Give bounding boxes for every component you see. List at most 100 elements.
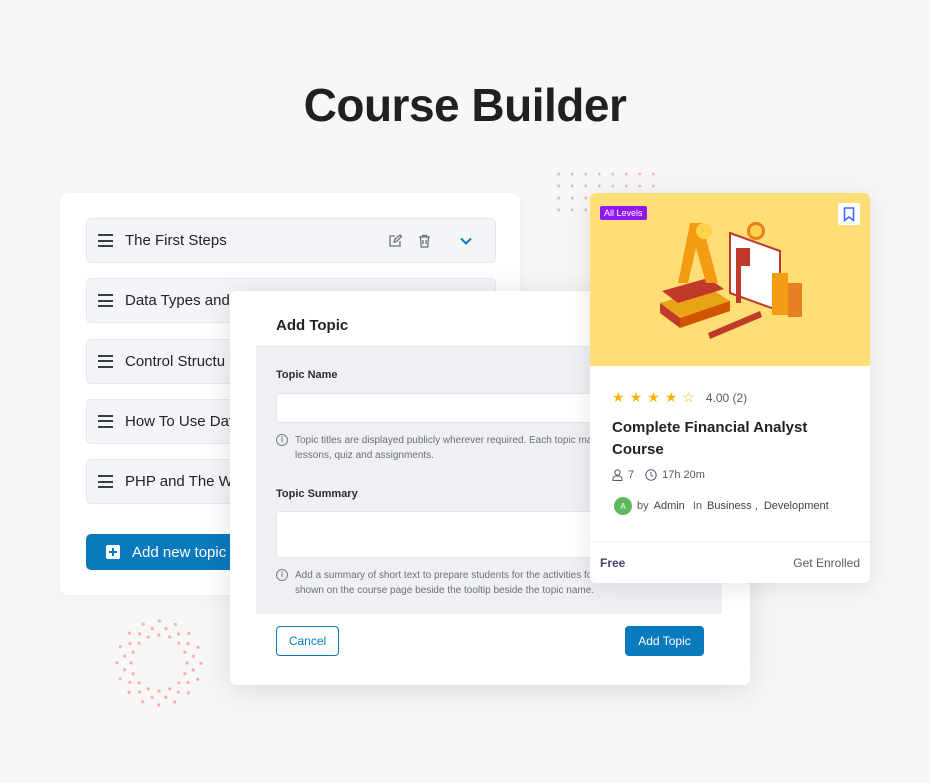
ring-dot bbox=[128, 680, 132, 684]
ring-dot bbox=[173, 622, 177, 626]
topic-title: Control Structu bbox=[125, 352, 226, 370]
ring-dot bbox=[141, 622, 145, 626]
drag-handle-icon[interactable] bbox=[98, 234, 113, 247]
ring-dot bbox=[168, 687, 172, 691]
get-enrolled-link[interactable]: Get Enrolled bbox=[793, 556, 860, 570]
ring-dot bbox=[199, 661, 203, 665]
topic-title: The First Steps bbox=[125, 232, 227, 249]
course-author: A by Admin In Business , Development bbox=[614, 497, 829, 515]
ring-dot bbox=[157, 689, 161, 693]
add-new-topic-label: Add new topic bbox=[132, 543, 227, 561]
ring-dot bbox=[187, 631, 191, 636]
decorative-dot-ring bbox=[115, 619, 203, 707]
ring-dot bbox=[127, 690, 131, 695]
clock-icon bbox=[645, 469, 657, 481]
topic-name-label: Topic Name bbox=[276, 369, 338, 381]
user-icon bbox=[612, 469, 623, 481]
drag-handle-icon[interactable] bbox=[98, 414, 113, 428]
bookmark-icon bbox=[843, 206, 855, 222]
ring-dot bbox=[168, 635, 172, 639]
ring-dot bbox=[177, 681, 181, 685]
course-title[interactable]: Complete Financial Analyst Course bbox=[612, 417, 842, 461]
bookmark-button[interactable] bbox=[838, 203, 860, 225]
ring-dot bbox=[146, 687, 150, 691]
ring-dot bbox=[183, 672, 187, 676]
ring-dot bbox=[196, 645, 200, 649]
ring-dot bbox=[131, 650, 135, 654]
ring-dot bbox=[150, 627, 154, 631]
ring-dot bbox=[137, 681, 141, 685]
ring-dot bbox=[118, 645, 122, 649]
drag-handle-icon[interactable] bbox=[98, 354, 113, 368]
trash-icon[interactable] bbox=[418, 234, 431, 248]
ring-dot bbox=[183, 650, 187, 654]
ring-dot bbox=[137, 641, 141, 645]
duration: 17h 20m bbox=[662, 469, 705, 481]
categories[interactable]: Business , Development bbox=[707, 500, 829, 512]
price: Free bbox=[600, 555, 626, 570]
course-meta: 7 17h 20m bbox=[612, 469, 705, 481]
card-footer: Free Get Enrolled bbox=[590, 541, 870, 583]
ring-dot bbox=[141, 700, 145, 704]
topic-row[interactable]: The First Steps bbox=[86, 218, 496, 263]
ring-dot bbox=[123, 668, 127, 672]
students-count: 7 bbox=[628, 469, 635, 481]
avatar: A bbox=[614, 497, 632, 515]
ring-dot bbox=[177, 641, 181, 645]
author-link[interactable]: Admin bbox=[654, 500, 685, 512]
by-label: by bbox=[637, 500, 649, 512]
edit-icon[interactable] bbox=[388, 233, 402, 248]
info-icon: i bbox=[276, 569, 288, 581]
ring-dot bbox=[129, 661, 133, 665]
in-label: In bbox=[692, 500, 702, 512]
drag-handle-icon[interactable] bbox=[98, 475, 113, 489]
star-filled-icon: ★ bbox=[612, 389, 625, 405]
ring-dot bbox=[157, 619, 161, 623]
ring-dot bbox=[191, 668, 195, 672]
info-icon: i bbox=[276, 434, 288, 446]
ring-dot bbox=[118, 677, 122, 681]
ring-dot bbox=[146, 635, 150, 639]
ring-dot bbox=[137, 690, 142, 694]
cancel-button[interactable]: Cancel bbox=[276, 626, 339, 656]
star-filled-icon: ★ bbox=[629, 389, 643, 405]
topic-title: PHP and The W bbox=[125, 473, 233, 491]
ring-dot bbox=[150, 695, 154, 699]
ring-dot bbox=[186, 680, 190, 685]
topic-summary-label: Topic Summary bbox=[276, 488, 358, 500]
plus-icon bbox=[106, 545, 120, 559]
ring-dot bbox=[173, 700, 177, 704]
ring-dot bbox=[123, 654, 127, 658]
rating: ★ ★ ★ ★ ☆ 4.00 (2) bbox=[612, 389, 747, 406]
ring-dot bbox=[157, 703, 161, 707]
star-filled-icon: ★ bbox=[664, 389, 678, 405]
ring-dot bbox=[164, 627, 168, 631]
ring-dot bbox=[186, 642, 190, 646]
ring-dot bbox=[131, 672, 135, 676]
rating-text: 4.00 (2) bbox=[705, 390, 748, 405]
ring-dot bbox=[115, 661, 119, 665]
course-thumbnail: All Levels bbox=[590, 193, 870, 366]
ring-dot bbox=[176, 690, 180, 694]
level-badge: All Levels bbox=[600, 206, 647, 220]
ring-dot bbox=[191, 654, 195, 658]
chevron-down-icon[interactable] bbox=[459, 236, 473, 246]
topic-title: How To Use Dat bbox=[125, 412, 234, 430]
modal-title: Add Topic bbox=[276, 317, 349, 334]
course-card[interactable]: All Levels ★ ★ ★ ★ ☆ 4.00 (2) Complete Finan… bbox=[590, 193, 870, 583]
topic-title: Data Types and bbox=[125, 292, 230, 310]
ring-dot bbox=[127, 631, 132, 635]
ring-dot bbox=[196, 677, 200, 681]
star-filled-icon: ★ bbox=[647, 389, 660, 405]
ring-dot bbox=[185, 661, 189, 665]
add-topic-submit-button[interactable]: Add Topic bbox=[625, 626, 704, 656]
drag-handle-icon[interactable] bbox=[98, 294, 113, 308]
ring-dot bbox=[164, 695, 168, 699]
ring-dot bbox=[138, 632, 142, 636]
star-empty-icon: ☆ bbox=[682, 389, 695, 405]
page-title: Course Builder bbox=[303, 79, 627, 131]
ring-dot bbox=[128, 641, 132, 646]
ring-dot bbox=[157, 633, 161, 637]
ring-dot bbox=[186, 691, 191, 695]
ring-dot bbox=[176, 632, 181, 636]
